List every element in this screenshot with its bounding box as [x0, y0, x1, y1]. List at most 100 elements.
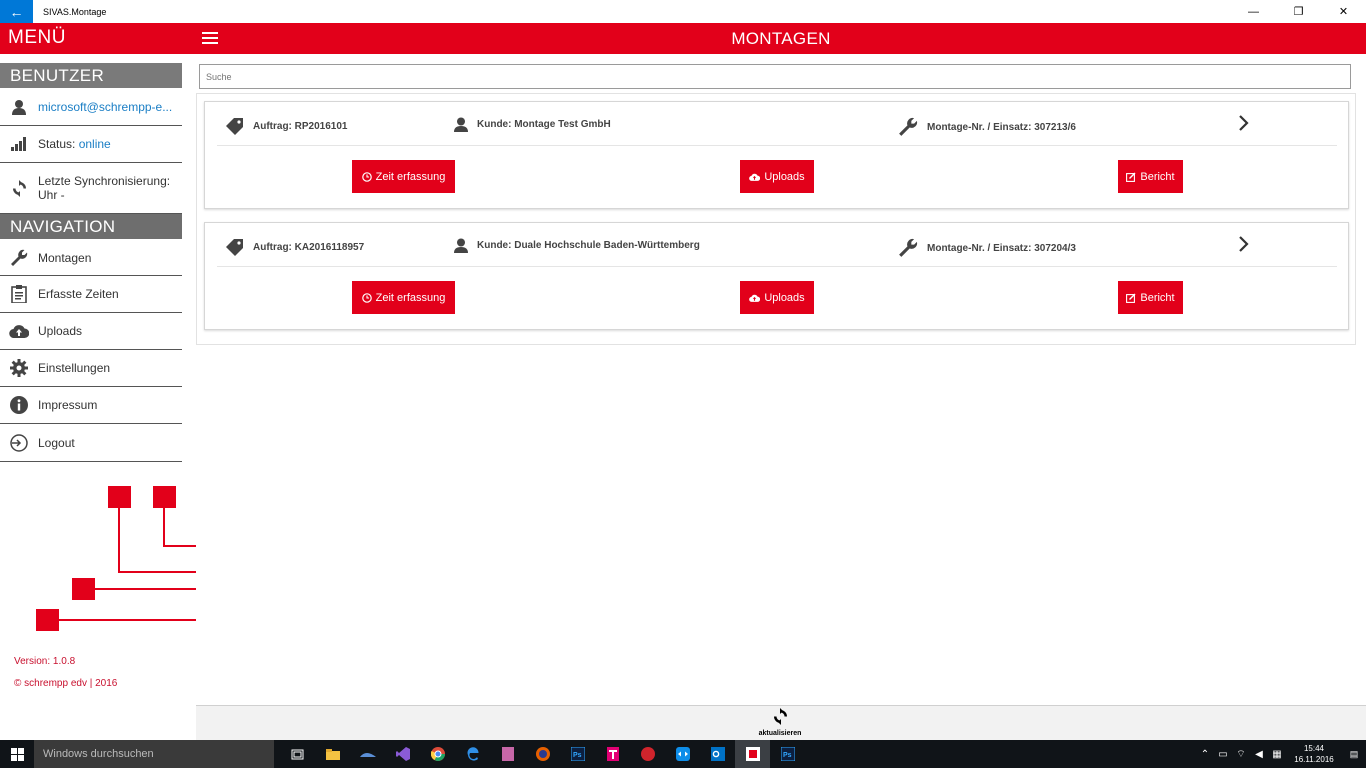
volume-icon[interactable]: ◀ [1250, 749, 1268, 760]
chevron-up-icon[interactable]: ⌃ [1196, 749, 1214, 760]
nav-item-logout[interactable]: Logout [0, 424, 182, 462]
uploads-button[interactable]: Uploads [740, 160, 814, 193]
battery-icon[interactable]: ▭ [1214, 749, 1232, 760]
order-number-field: Auftrag: KA2016118957 [226, 238, 364, 256]
keyboard-icon[interactable]: ▦ [1268, 749, 1286, 760]
app-icon[interactable] [630, 740, 665, 768]
refresh-button[interactable]: aktualisieren [758, 708, 802, 737]
nav-item-montagen[interactable]: Montagen [0, 240, 182, 276]
edge-icon[interactable] [455, 740, 490, 768]
photoshop-icon[interactable]: Ps [560, 740, 595, 768]
outlook-icon[interactable] [700, 740, 735, 768]
assignment-field: Montage-Nr. / Einsatz: 307213/6 [898, 117, 1076, 137]
sivas-montage-icon[interactable] [735, 740, 770, 768]
task-view-icon[interactable] [280, 740, 315, 768]
clock-icon [361, 171, 372, 182]
user-account-item[interactable]: microsoft@schrempp-e... [0, 89, 182, 126]
nav-item-erfasste-zeiten[interactable]: Erfasste Zeiten [0, 276, 182, 313]
start-button[interactable] [0, 740, 34, 768]
time-entry-button[interactable]: Zeit erfassung [352, 160, 455, 193]
order-number: Auftrag: RP2016101 [253, 120, 348, 132]
tag-icon [226, 118, 243, 135]
network-icon[interactable]: ⌔ [1232, 748, 1250, 761]
search-box[interactable] [199, 64, 1351, 89]
order-card[interactable]: Auftrag: RP2016101 Kunde: Montage Test G… [204, 101, 1349, 209]
close-button[interactable]: ✕ [1321, 0, 1366, 23]
command-bar: aktualisieren [196, 705, 1366, 740]
action-center-icon[interactable]: ▤ [1342, 749, 1366, 760]
version-text: Version: 1.0.8 [14, 656, 76, 667]
sidebar: BENUTZER microsoft@schrempp-e... Status:… [0, 54, 196, 740]
uploads-label: Uploads [764, 170, 805, 183]
app-icon[interactable] [350, 740, 385, 768]
divider [217, 145, 1337, 146]
status-label: Status: [38, 137, 76, 151]
report-button[interactable]: Bericht [1118, 160, 1183, 193]
order-number: Auftrag: KA2016118957 [253, 241, 365, 253]
chevron-right-icon[interactable] [1238, 236, 1250, 252]
edit-icon [1126, 293, 1136, 303]
taskbar-apps: Ps Ps [280, 740, 805, 768]
nav-item-einstellungen[interactable]: Einstellungen [0, 350, 182, 387]
telekom-icon[interactable] [595, 740, 630, 768]
time-entry-label: Zeit erfassung [375, 170, 446, 183]
visual-studio-icon[interactable] [385, 740, 420, 768]
chevron-right-icon[interactable] [1238, 115, 1250, 131]
search-input[interactable] [206, 71, 1306, 82]
nav-label: Uploads [38, 324, 83, 338]
sync-label: Letzte Synchronisierung: [38, 174, 171, 188]
file-explorer-icon[interactable] [315, 740, 350, 768]
customer-name: Kunde: Montage Test GmbH [477, 119, 611, 130]
back-button[interactable]: ← [0, 0, 33, 23]
divider [217, 266, 1337, 267]
cloud-upload-icon [749, 173, 761, 181]
logout-icon [0, 433, 38, 452]
status-item: Status: online [0, 126, 182, 163]
customer-field: Kunde: Duale Hochschule Baden-Württember… [454, 238, 700, 253]
uploads-button[interactable]: Uploads [740, 281, 814, 314]
time-entry-label: Zeit erfassung [375, 291, 446, 304]
assignment-number: Montage-Nr. / Einsatz: 307204/3 [927, 242, 1076, 254]
nav-label: Montagen [38, 250, 92, 265]
section-header-navigation: NAVIGATION [0, 214, 182, 239]
user-email: microsoft@schrempp-e... [38, 100, 173, 114]
order-header-row[interactable]: Auftrag: RP2016101 Kunde: Montage Test G… [205, 102, 1350, 146]
nav-label: Impressum [38, 398, 98, 412]
time-entry-button[interactable]: Zeit erfassung [352, 281, 455, 314]
sync-icon [0, 179, 38, 197]
photoshop-icon[interactable]: Ps [770, 740, 805, 768]
signal-icon [0, 137, 38, 151]
svg-text:Ps: Ps [783, 752, 792, 759]
user-icon [0, 99, 38, 115]
minimize-button[interactable]: — [1231, 0, 1276, 23]
windows-logo-icon [10, 747, 24, 761]
report-label: Bericht [1140, 291, 1175, 304]
orders-list: Auftrag: RP2016101 Kunde: Montage Test G… [196, 93, 1356, 345]
sync-item: Letzte Synchronisierung: Uhr - [0, 163, 182, 214]
system-tray: ⌃ ▭ ⌔ ◀ ▦ 15:44 16.11.2016 ▤ [1196, 740, 1366, 768]
firefox-icon[interactable] [525, 740, 560, 768]
app-icon[interactable] [490, 740, 525, 768]
clock[interactable]: 15:44 16.11.2016 [1286, 743, 1342, 765]
order-header-row[interactable]: Auftrag: KA2016118957 Kunde: Duale Hochs… [205, 223, 1350, 267]
uploads-label: Uploads [764, 291, 805, 304]
section-header-benutzer: BENUTZER [0, 63, 182, 88]
clipboard-icon [0, 285, 38, 303]
chrome-icon[interactable] [420, 740, 455, 768]
gear-icon [0, 359, 38, 377]
restore-button[interactable]: ❐ [1276, 0, 1321, 23]
nav-label: Erfasste Zeiten [38, 287, 119, 301]
user-icon [454, 238, 468, 253]
schrempp-logo-graphic [36, 486, 196, 631]
customer-field: Kunde: Montage Test GmbH [454, 117, 611, 132]
teamviewer-icon[interactable] [665, 740, 700, 768]
nav-item-impressum[interactable]: Impressum [0, 387, 182, 424]
assignment-number: Montage-Nr. / Einsatz: 307213/6 [927, 121, 1076, 133]
cloud-upload-icon [0, 324, 38, 338]
clock-icon [361, 292, 372, 303]
app-title: SIVAS.Montage [43, 6, 107, 17]
report-button[interactable]: Bericht [1118, 281, 1183, 314]
order-card[interactable]: Auftrag: KA2016118957 Kunde: Duale Hochs… [204, 222, 1349, 330]
nav-item-uploads[interactable]: Uploads [0, 313, 182, 350]
taskbar-search[interactable]: Windows durchsuchen [34, 740, 274, 768]
